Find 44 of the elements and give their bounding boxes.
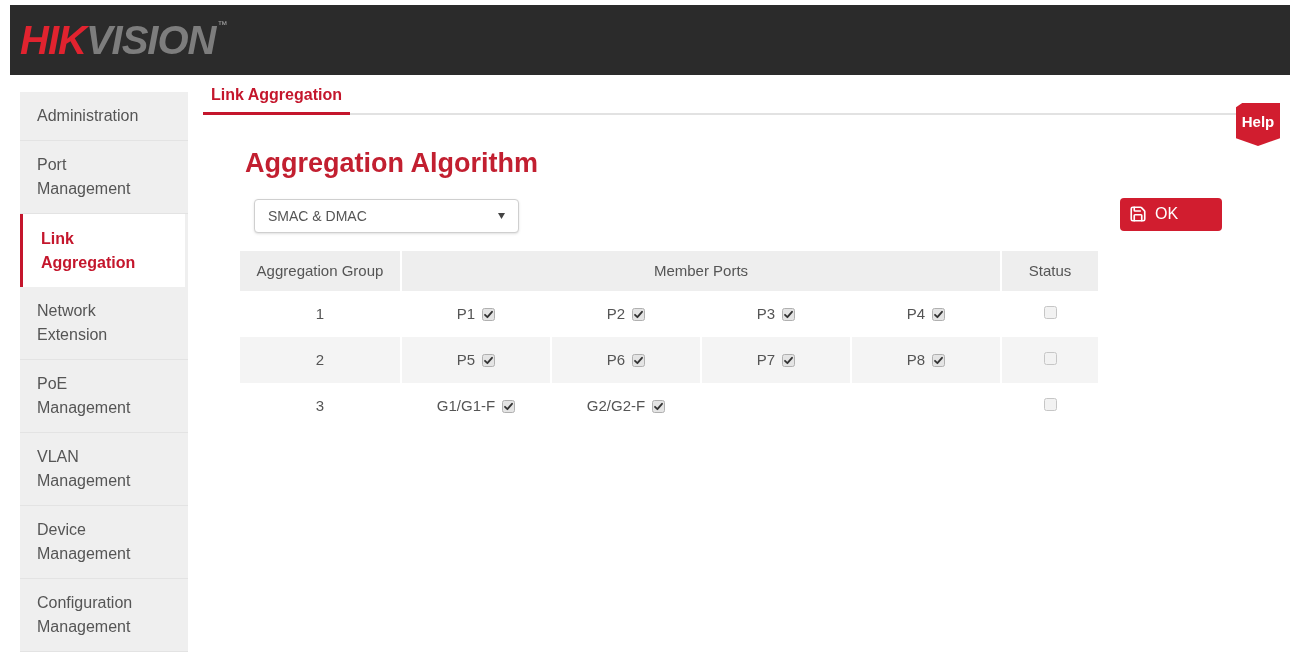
column-header: Member Ports	[401, 251, 1001, 291]
sidebar-item[interactable]: Link Aggregation	[20, 214, 185, 287]
sidebar-item[interactable]: Device Management	[20, 506, 188, 579]
sidebar-item[interactable]: PoE Management	[20, 360, 188, 433]
caret-icon	[498, 213, 505, 219]
status-checkbox[interactable]	[1043, 397, 1057, 411]
tab[interactable]: Link Aggregation	[203, 83, 350, 115]
port-checkbox[interactable]	[482, 307, 496, 321]
port-label: P5	[456, 349, 476, 370]
status-checkbox[interactable]	[1043, 305, 1057, 319]
port-label: P2	[606, 303, 626, 324]
port-label: P3	[756, 303, 776, 324]
group-number: 1	[315, 304, 325, 322]
brand-logo: HIKVISION™	[20, 20, 227, 60]
port-label: P7	[756, 349, 776, 370]
port-label: P4	[906, 303, 926, 324]
port-label: G2/G2-F	[586, 395, 646, 416]
port-label: P8	[906, 349, 926, 370]
algorithm-select[interactable]: SMAC & DMAC	[254, 199, 519, 233]
port-label: P6	[606, 349, 626, 370]
port-label: P1	[456, 303, 476, 324]
sidebar-item[interactable]: Configuration Management	[20, 579, 188, 652]
port-checkbox[interactable]	[632, 353, 646, 367]
port-checkbox[interactable]	[782, 353, 796, 367]
column-header: Status	[1001, 251, 1099, 291]
port-checkbox[interactable]	[502, 399, 516, 413]
status-checkbox[interactable]	[1043, 351, 1057, 365]
port-checkbox[interactable]	[482, 353, 496, 367]
port-label: G1/G1-F	[436, 395, 496, 416]
sidebar-item[interactable]: Network Extension	[20, 287, 188, 360]
ok-button[interactable]: OK	[1120, 197, 1222, 231]
sidebar-item[interactable]: VLAN Management	[20, 433, 188, 506]
sidebar-item[interactable]: Administration	[20, 92, 188, 141]
save-icon	[1129, 205, 1147, 223]
port-checkbox[interactable]	[782, 307, 796, 321]
port-checkbox[interactable]	[932, 353, 946, 367]
column-header: Aggregation Group	[239, 251, 401, 291]
group-number: 3	[315, 396, 325, 414]
help-button[interactable]: Help	[1236, 103, 1280, 146]
port-checkbox[interactable]	[652, 399, 666, 413]
port-checkbox[interactable]	[932, 307, 946, 321]
port-checkbox[interactable]	[632, 307, 646, 321]
group-number: 2	[315, 350, 325, 368]
page-title: Aggregation Algorithm	[245, 148, 538, 178]
